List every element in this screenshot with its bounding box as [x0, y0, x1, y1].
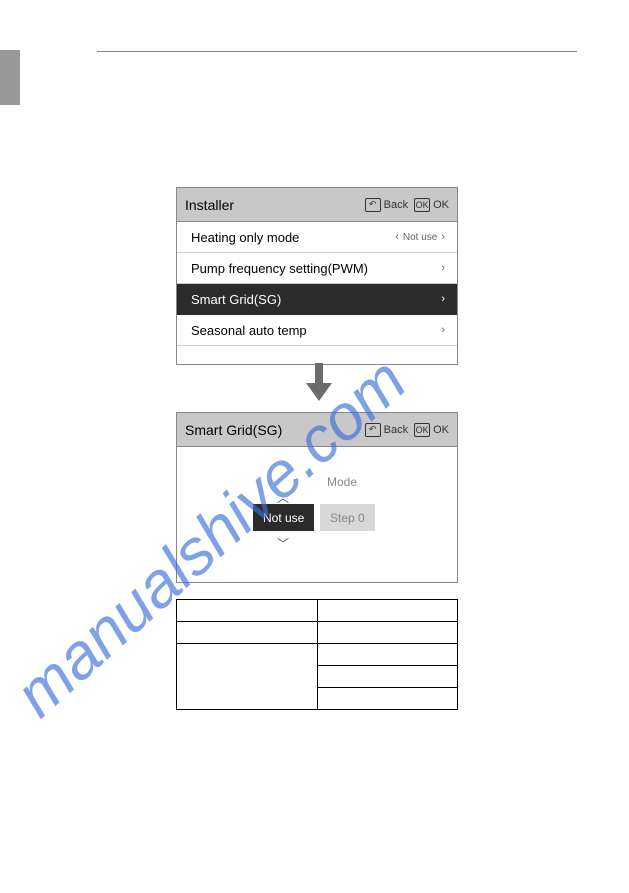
- menu-item-heating-only[interactable]: Heating only mode ‹ Not use ›: [177, 222, 457, 253]
- header-buttons: ↶ Back OK OK: [365, 423, 449, 437]
- back-icon: ↶: [365, 198, 381, 212]
- value-selector-primary[interactable]: Not use: [253, 504, 314, 531]
- menu-value: ‹ Not use ›: [395, 231, 445, 243]
- table-row: [177, 644, 458, 666]
- settings-table: [176, 599, 458, 710]
- panel-title: Smart Grid(SG): [185, 422, 282, 438]
- menu-label: Heating only mode: [191, 230, 299, 245]
- mode-label: Mode: [327, 475, 357, 489]
- chevron-right-icon: ›: [441, 324, 445, 336]
- smart-grid-panel: Smart Grid(SG) ↶ Back OK OK Mode ︿ Not u…: [176, 412, 458, 583]
- panel-title: Installer: [185, 197, 234, 213]
- panel-body: Mode ︿ Not use Step 0 ﹀: [177, 447, 457, 582]
- back-label: Back: [384, 424, 408, 436]
- menu-item-seasonal-auto[interactable]: Seasonal auto temp ›: [177, 315, 457, 346]
- table-row: [177, 622, 458, 644]
- back-button[interactable]: ↶ Back: [365, 423, 408, 437]
- menu-item-cutoff: [177, 346, 457, 364]
- value-selector-secondary: Step 0: [320, 504, 375, 531]
- menu-item-pump-frequency[interactable]: Pump frequency setting(PWM) ›: [177, 253, 457, 284]
- menu-label: Smart Grid(SG): [191, 292, 281, 307]
- ok-icon: OK: [414, 198, 430, 212]
- back-icon: ↶: [365, 423, 381, 437]
- ok-label: OK: [433, 199, 449, 211]
- ok-button[interactable]: OK OK: [414, 198, 449, 212]
- menu-label: Seasonal auto temp: [191, 323, 307, 338]
- ok-button[interactable]: OK OK: [414, 423, 449, 437]
- back-label: Back: [384, 199, 408, 211]
- menu-item-smart-grid[interactable]: Smart Grid(SG) ›: [177, 284, 457, 315]
- side-tab: [0, 50, 20, 105]
- table-row: [177, 600, 458, 622]
- ok-label: OK: [433, 424, 449, 436]
- chevron-down-icon[interactable]: ﹀: [277, 535, 289, 552]
- chevron-right-icon: ›: [441, 262, 445, 274]
- chevron-right-icon: ›: [441, 293, 445, 305]
- installer-menu-panel: Installer ↶ Back OK OK Heating only mode…: [176, 187, 458, 365]
- chevron-right-icon: ›: [441, 231, 445, 243]
- header-buttons: ↶ Back OK OK: [365, 198, 449, 212]
- arrow-down-icon: [306, 363, 332, 401]
- menu-label: Pump frequency setting(PWM): [191, 261, 368, 276]
- back-button[interactable]: ↶ Back: [365, 198, 408, 212]
- panel-header: Installer ↶ Back OK OK: [177, 188, 457, 222]
- panel-header: Smart Grid(SG) ↶ Back OK OK: [177, 413, 457, 447]
- chevron-left-icon: ‹: [395, 231, 399, 243]
- ok-icon: OK: [414, 423, 430, 437]
- top-rule: [97, 51, 577, 52]
